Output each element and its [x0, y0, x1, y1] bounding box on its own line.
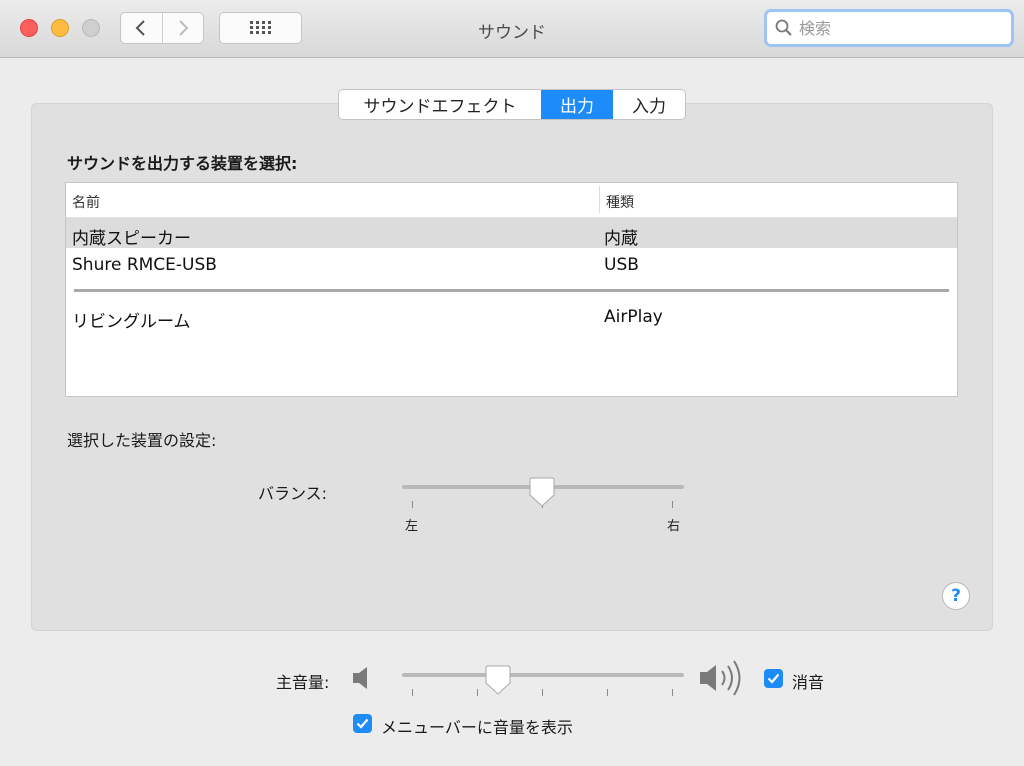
volume-slider-knob[interactable] [485, 665, 511, 695]
forward-button[interactable] [161, 13, 204, 43]
device-name: Shure RMCE-USB [72, 255, 217, 275]
balance-tick [412, 501, 413, 508]
mute-label[interactable]: 消音 [792, 669, 824, 693]
grid-icon [249, 21, 271, 34]
balance-left-label: 左 [405, 519, 419, 534]
device-type: 内蔵 [604, 229, 638, 249]
help-button[interactable]: ? [942, 582, 970, 610]
balance-label: バランス: [258, 484, 328, 503]
back-button[interactable] [121, 13, 162, 43]
checkmark-icon [356, 718, 369, 729]
column-header-name[interactable]: 名前 [72, 192, 100, 212]
volume-tick [477, 689, 478, 696]
checkmark-icon [767, 673, 780, 684]
chevron-left-icon [135, 20, 145, 36]
device-type: AirPlay [604, 307, 663, 327]
search-icon [775, 19, 793, 37]
tab-input[interactable]: 入力 [613, 90, 685, 119]
search-field[interactable] [764, 9, 1014, 47]
balance-right-label: 右 [667, 519, 681, 534]
show-all-button[interactable] [219, 12, 302, 44]
search-input[interactable] [799, 18, 999, 38]
device-type: USB [604, 255, 639, 275]
column-divider [599, 186, 600, 213]
navigation-buttons [120, 12, 204, 44]
table-row[interactable]: 内蔵スピーカー 内蔵 [66, 218, 957, 249]
volume-label: 主音量: [276, 673, 330, 692]
mute-checkbox[interactable] [764, 669, 783, 688]
speaker-low-icon [353, 667, 367, 689]
column-header-type[interactable]: 種類 [606, 192, 634, 212]
tab-output[interactable]: 出力 [541, 90, 613, 119]
table-row[interactable]: Shure RMCE-USB USB [66, 249, 957, 279]
tab-bar: サウンドエフェクト 出力 入力 [338, 89, 686, 120]
device-name: 内蔵スピーカー [72, 229, 191, 249]
volume-tick [542, 689, 543, 696]
title-bar: サウンド [0, 0, 1024, 58]
show-volume-in-menubar-label[interactable]: メニューバーに音量を表示 [381, 714, 573, 738]
balance-slider-knob[interactable] [529, 477, 555, 507]
close-button[interactable] [20, 19, 38, 37]
speaker-high-icon [700, 660, 741, 696]
chevron-right-icon [179, 20, 189, 36]
zoom-button[interactable] [82, 19, 100, 37]
device-group-separator [74, 289, 949, 292]
table-header: 名前 種類 [66, 183, 957, 218]
sound-preferences-window: サウンド サウンドエフェクト 出力 入力 サウンドを出力する装置を選択: 名前 … [0, 0, 1024, 766]
table-row[interactable]: リビングルーム AirPlay [66, 301, 957, 332]
minimize-button[interactable] [51, 19, 69, 37]
device-settings-heading: 選択した装置の設定: [67, 431, 217, 450]
output-device-heading: サウンドを出力する装置を選択: [67, 154, 298, 173]
device-name: リビングルーム [72, 312, 191, 332]
volume-slider[interactable] [402, 673, 684, 677]
balance-tick [672, 501, 673, 508]
show-volume-in-menubar-checkbox[interactable] [353, 714, 372, 733]
volume-tick [412, 689, 413, 696]
volume-tick [672, 689, 673, 696]
tab-sound-effects[interactable]: サウンドエフェクト [339, 90, 541, 119]
output-device-table[interactable]: 名前 種類 内蔵スピーカー 内蔵 Shure RMCE-USB USB リビング… [65, 182, 958, 397]
volume-tick [607, 689, 608, 696]
